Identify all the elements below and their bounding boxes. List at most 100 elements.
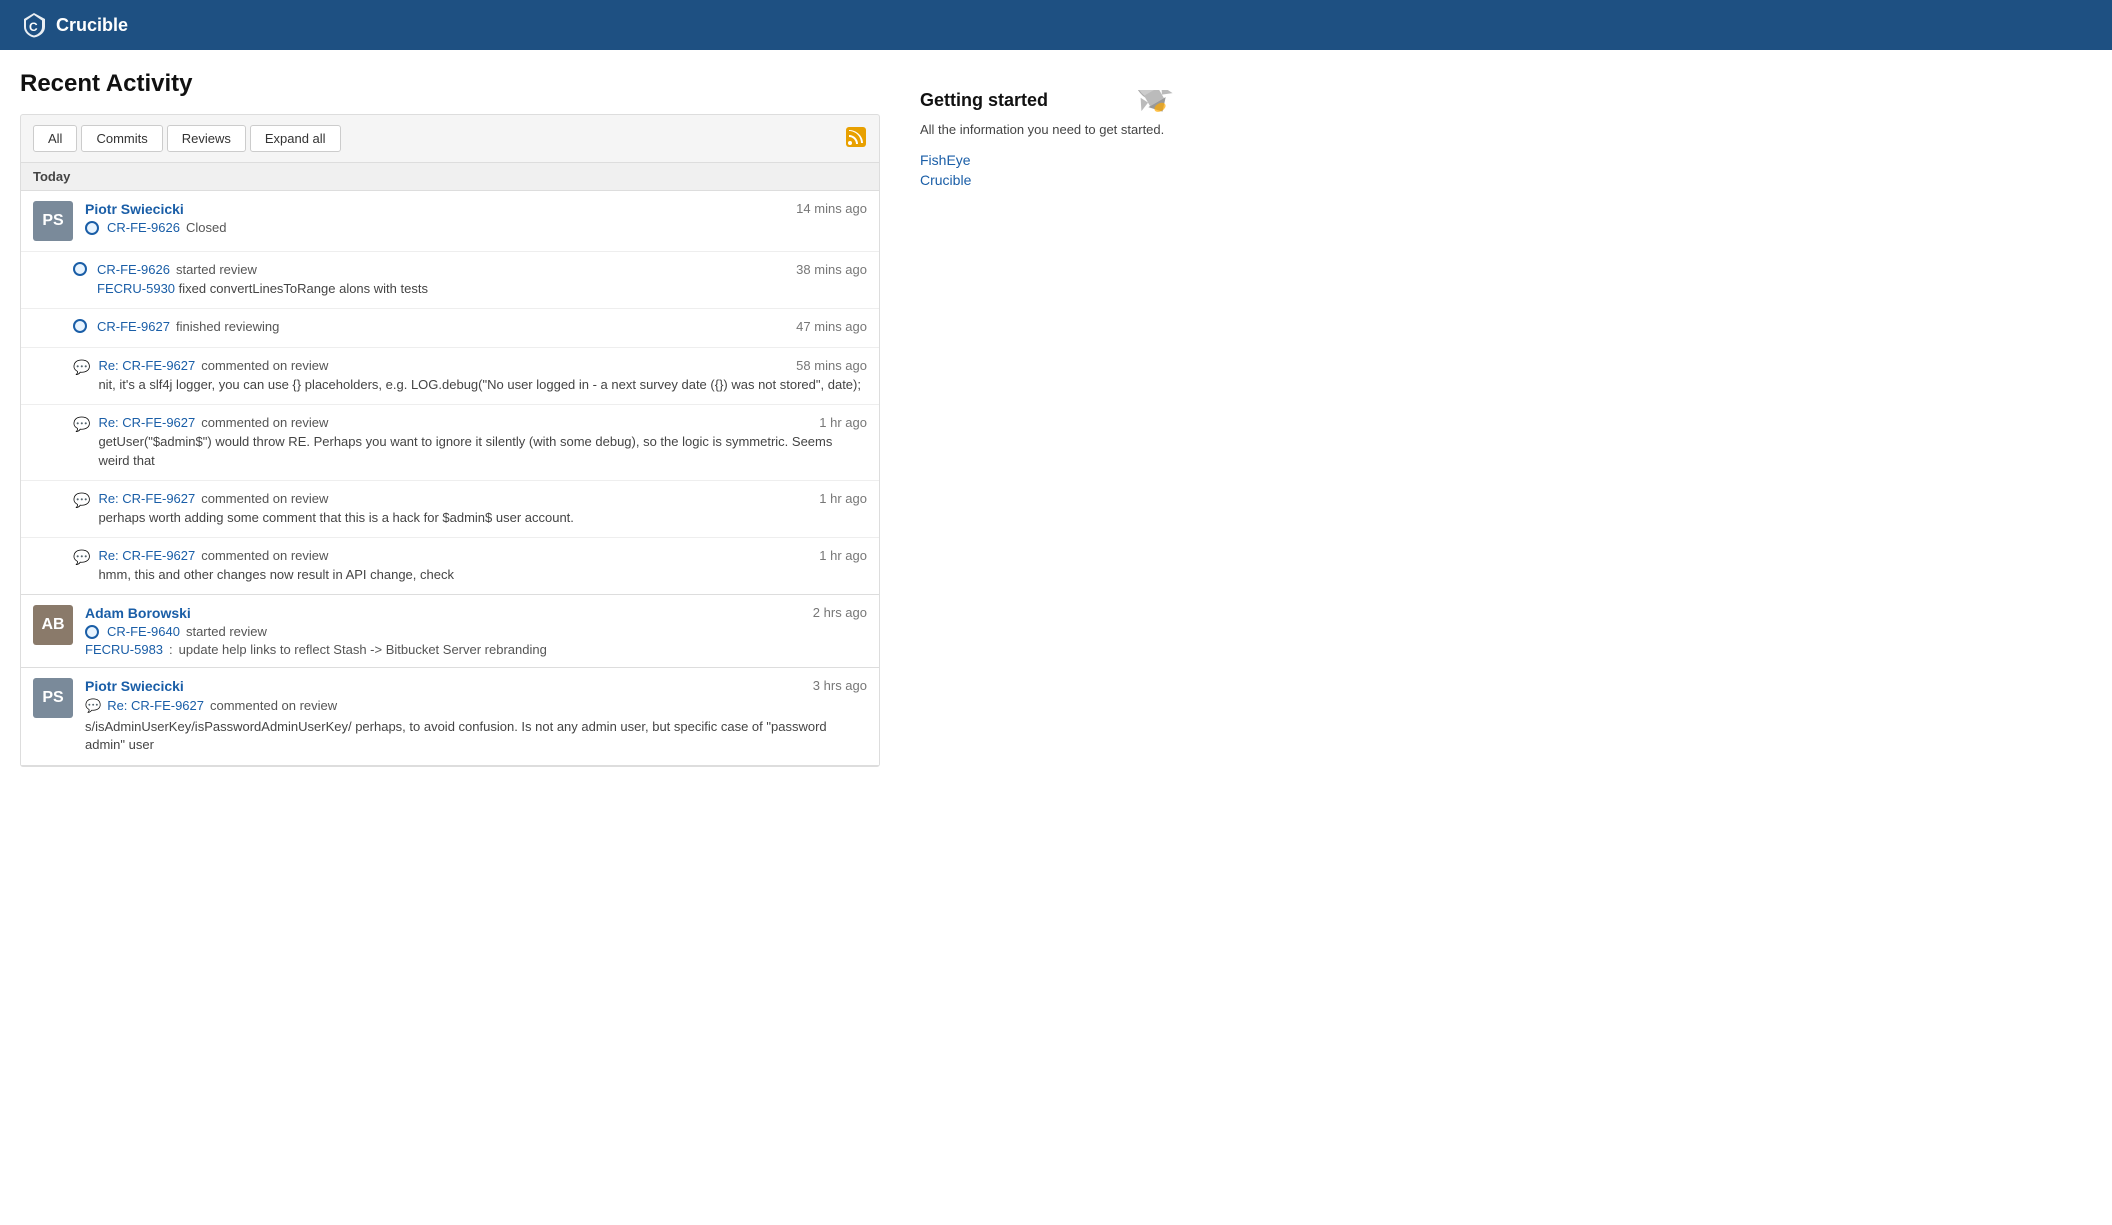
timestamp-comment-3: 1 hr ago [819,491,867,506]
link-re-cr9627-1[interactable]: Re: CR-FE-9627 [98,358,195,373]
sidebar-header: Getting started [920,90,1180,120]
activity-row-cr9626: CR-FE-9626 Closed [85,220,867,235]
comment-header-4: Re: CR-FE-9627 commented on review [98,548,867,563]
user-content-piotr-2: Piotr Swiecicki 💬 Re: CR-FE-9627 comment… [85,678,867,754]
user-name-piotr-2[interactable]: Piotr Swiecicki [85,678,184,694]
link-cr9626-sub[interactable]: CR-FE-9626 [97,262,170,277]
main-container: Recent Activity All Commits Reviews Expa… [0,50,1200,787]
comment-body-4: Re: CR-FE-9627 commented on review hmm, … [98,548,867,584]
action-piotr-2: commented on review [210,698,337,713]
timestamp-adam: 2 hrs ago [813,605,867,620]
user-content-adam: Adam Borowski CR-FE-9640 started review … [85,605,867,657]
comment-row-1: 💬 Re: CR-FE-9627 commented on review nit… [21,348,879,405]
header: C Crucible [0,0,2112,50]
comment-body-2: Re: CR-FE-9627 commented on review getUs… [98,415,867,469]
comment-body-1: Re: CR-FE-9627 commented on review nit, … [98,358,867,394]
rocket-icon [1120,90,1180,120]
comment-row-2: 💬 Re: CR-FE-9627 commented on review get… [21,405,879,480]
activity-group-piotr-2: PS Piotr Swiecicki 💬 Re: CR-FE-9627 comm… [21,668,879,765]
activity-group-piotr-1: PS Piotr Swiecicki CR-FE-9626 Closed 14 … [21,191,879,595]
action-comment-4: commented on review [201,548,328,563]
comment-header-9627-finished: CR-FE-9627 finished reviewing [97,319,867,334]
comment-body-9627-finished: CR-FE-9627 finished reviewing [97,319,867,337]
filter-buttons: All Commits Reviews Expand all [33,125,341,152]
avatar-piotr-1: PS [33,201,73,241]
sidebar: Getting started All the information you … [920,70,1180,767]
comment-body-9626-started: CR-FE-9626 started review FECRU-5930 fix… [97,262,867,298]
avatar-piotr-2: PS [33,678,73,718]
comment-body-3: Re: CR-FE-9627 commented on review perha… [98,491,867,527]
activity-list: Today PS Piotr Swiecicki CR-FE-9626 Clos… [20,162,880,767]
action-finished: finished reviewing [176,319,279,334]
content-area: Recent Activity All Commits Reviews Expa… [20,70,880,767]
user-row-piotr-1: PS Piotr Swiecicki CR-FE-9626 Closed 14 … [21,191,879,252]
comment-text-4: hmm, this and other changes now result i… [98,566,867,584]
expand-all-button[interactable]: Expand all [250,125,341,152]
action-comment-3: commented on review [201,491,328,506]
action-adam: started review [186,624,267,639]
avatar-adam: AB [33,605,73,645]
svg-text:C: C [29,20,38,34]
review-icon-cr9626 [85,221,99,235]
link-fecru5983[interactable]: FECRU-5983 [85,642,163,657]
comment-bubble-icon-1: 💬 [73,359,90,376]
filter-bar: All Commits Reviews Expand all [20,114,880,162]
review-icon-9627-finished [73,319,87,333]
link-fecru5930[interactable]: FECRU-5930 [97,281,175,296]
comment-header-1: Re: CR-FE-9627 commented on review [98,358,867,373]
activity-row-cr9640: CR-FE-9640 started review [85,624,867,639]
timestamp-piotr-1: 14 mins ago [796,201,867,216]
sub-item-cr9627-finished: CR-FE-9627 finished reviewing 47 mins ag… [21,309,879,348]
comment-text-3: perhaps worth adding some comment that t… [98,509,867,527]
comment-bubble-icon-2: 💬 [73,416,90,433]
comment-bubble-icon-piotr2: 💬 [85,698,101,714]
logo[interactable]: C Crucible [20,11,128,39]
link-re-cr9627-piotr2[interactable]: Re: CR-FE-9627 [107,698,204,713]
sidebar-link-fisheye[interactable]: FishEye [920,152,1180,168]
commit-row-adam: FECRU-5983 : update help links to reflec… [85,642,867,657]
page-title: Recent Activity [20,70,880,98]
link-cr9627-finished[interactable]: CR-FE-9627 [97,319,170,334]
user-name-adam[interactable]: Adam Borowski [85,605,191,621]
filter-all-button[interactable]: All [33,125,77,152]
rss-icon[interactable] [845,126,867,151]
activity-group-adam: AB Adam Borowski CR-FE-9640 started revi… [21,595,879,668]
filter-commits-button[interactable]: Commits [81,125,162,152]
review-icon-9626-sub [73,262,87,276]
commit-text-5983: : [169,642,173,657]
timestamp-comment-1: 58 mins ago [796,358,867,373]
timestamp-piotr-2: 3 hrs ago [813,678,867,693]
sidebar-link-crucible[interactable]: Crucible [920,172,1180,188]
timestamp-comment-2: 1 hr ago [819,415,867,430]
user-row-adam: AB Adam Borowski CR-FE-9640 started revi… [21,595,879,667]
timestamp-comment-4: 1 hr ago [819,548,867,563]
comment-bubble-icon-4: 💬 [73,549,90,566]
action-comment-1: commented on review [201,358,328,373]
comment-text-2: getUser("$admin$") would throw RE. Perha… [98,433,867,469]
comment-row-4: 💬 Re: CR-FE-9627 commented on review hmm… [21,538,879,594]
timestamp-9626-started: 38 mins ago [796,262,867,277]
review-link-cr9640[interactable]: CR-FE-9640 [107,624,180,639]
status-closed: Closed [186,220,226,235]
piotr2-bottom-text: s/isAdminUserKey/isPasswordAdminUserKey/… [85,718,867,754]
activity-row-piotr-comment: 💬 Re: CR-FE-9627 commented on review [85,697,867,714]
comment-text-1: nit, it's a slf4j logger, you can use {}… [98,376,867,394]
date-header-today: Today [21,163,879,191]
link-re-cr9627-4[interactable]: Re: CR-FE-9627 [98,548,195,563]
link-re-cr9627-3[interactable]: Re: CR-FE-9627 [98,491,195,506]
commit-text-5930: fixed convertLinesToRange alons with tes… [179,281,428,296]
action-started: started review [176,262,257,277]
commit-desc-5983: update help links to reflect Stash -> Bi… [179,642,547,657]
link-re-cr9627-2[interactable]: Re: CR-FE-9627 [98,415,195,430]
comment-bubble-icon-3: 💬 [73,492,90,509]
logo-text: Crucible [56,15,128,36]
user-content-piotr-1: Piotr Swiecicki CR-FE-9626 Closed [85,201,867,235]
user-name-piotr-1[interactable]: Piotr Swiecicki [85,201,184,217]
comment-row-3: 💬 Re: CR-FE-9627 commented on review per… [21,481,879,538]
action-comment-2: commented on review [201,415,328,430]
comment-header-2: Re: CR-FE-9627 commented on review [98,415,867,430]
filter-reviews-button[interactable]: Reviews [167,125,246,152]
comment-header-3: Re: CR-FE-9627 commented on review [98,491,867,506]
commit-line: FECRU-5930 fixed convertLinesToRange alo… [97,280,867,298]
review-link-cr9626[interactable]: CR-FE-9626 [107,220,180,235]
